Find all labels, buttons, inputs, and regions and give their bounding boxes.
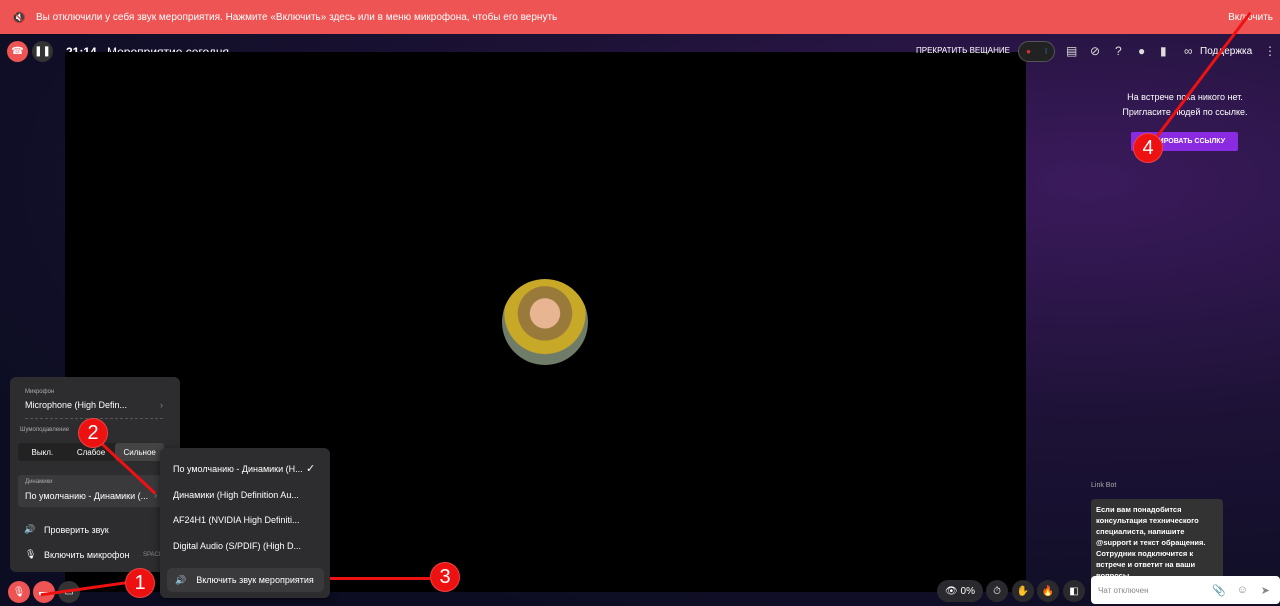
pause-icon: ❚❚ [34,46,51,57]
chat-message: Если вам понадобится консультация технич… [1091,499,1223,586]
raise-hand-button[interactable]: ✋ [1012,580,1034,602]
layout-icon: ◧ [1069,585,1079,597]
check-sound-button[interactable]: Проверить звук [44,525,109,535]
fire-icon: 🔥 [1041,585,1055,597]
enable-mic-button[interactable]: Включить микрофон [44,550,129,560]
stop-broadcast-button[interactable]: ПРЕКРАТИТЬ ВЕЩАНИЕ [916,46,1010,55]
mic-icon: 🎙 [25,549,37,559]
more-icon[interactable]: ⋮ [1264,44,1276,58]
send-icon[interactable]: ➤ [1261,584,1270,597]
reactions-button[interactable]: 🔥 [1037,580,1059,602]
hand-icon: ✋ [1016,585,1030,597]
speakers-submenu: По умолчанию - Динамики (H... ✓ Динамики… [160,448,330,598]
annotation-number: 1 [125,568,155,598]
participant-avatar [502,279,588,365]
speaker-muted-icon: 🔇 [12,11,26,24]
check-icon: ✓ [306,463,316,475]
noise-label: Шумоподавление [20,427,70,433]
emoji-icon[interactable]: ☺ [1237,584,1248,596]
speaker-icon: 🔊 [24,524,36,534]
mic-select[interactable]: Microphone (High Defin... › [25,400,163,410]
record-dot-icon: ● [1026,47,1031,56]
annotation-number: 3 [430,562,460,592]
attach-icon[interactable]: 📎 [1212,584,1226,597]
video-off-icon[interactable]: ⊘ [1090,44,1100,58]
layout-button[interactable]: ◧ [1063,580,1085,602]
chat-placeholder: Чат отключен [1098,585,1149,595]
timer-button[interactable]: ⏱ [986,580,1008,602]
noise-off[interactable]: Выкл. [18,443,67,461]
speaker-option[interactable]: Динамики (High Definition Au... [173,490,299,500]
enable-event-sound-label: Включить звук мероприятия [196,575,314,585]
document-icon[interactable]: ▮ [1160,44,1167,58]
hangup-button[interactable]: ☎ [7,41,28,62]
speaker-option[interactable]: Digital Audio (S/PDIF) (High D... [173,541,301,551]
audio-wave-icon: ⦚ [1045,46,1047,56]
eye-icon: 👁 [945,585,958,597]
mic-off-icon: 🎙 [12,586,26,598]
chat-input[interactable]: Чат отключен 📎 ☺ ➤ [1091,576,1280,604]
viewers-percent: 0% [960,585,975,597]
support-link[interactable]: Поддержка [1200,46,1252,57]
stopwatch-icon: ⏱ [993,585,1001,597]
mic-muted-button[interactable]: 🎙 [8,581,30,603]
muted-banner: 🔇 Вы отключили у себя звук мероприятия. … [0,0,1280,34]
viewers-badge[interactable]: 👁 0% [937,580,983,602]
annotation-number: 4 [1133,133,1163,163]
banner-message: Вы отключили у себя звук мероприятия. На… [36,11,558,23]
annotation-number: 2 [78,418,108,448]
speaker-option[interactable]: AF24H1 (NVIDIA High Definiti... [173,515,300,525]
speakers-value: По умолчанию - Динамики (... [25,491,149,501]
enable-event-sound-button[interactable]: 🔊 Включить звук мероприятия [167,568,324,592]
notes-icon[interactable]: ▤ [1066,44,1077,58]
phone-icon: ☎ [11,46,24,57]
chat-sender: Link Bot [1091,482,1117,489]
recording-indicator[interactable]: ● ⦚ [1018,41,1055,62]
person-icon[interactable]: ● [1138,44,1145,58]
chevron-right-icon: › [160,400,163,410]
empty-text-2: Пригласите людей по ссылке. [1122,107,1248,117]
speaker-option[interactable]: По умолчанию - Динамики (H... [173,464,303,474]
question-icon[interactable]: ? [1115,44,1122,58]
link-icon: ∞ [1184,44,1193,58]
speakers-label: Динамики [25,479,53,485]
annotation-arrow [330,577,430,580]
noise-strong[interactable]: Сильное [115,443,165,461]
mic-label: Микрофон [25,389,55,395]
speaker-icon: 🔊 [175,574,187,585]
pause-button[interactable]: ❚❚ [32,41,53,62]
mic-value: Microphone (High Defin... [25,400,128,410]
